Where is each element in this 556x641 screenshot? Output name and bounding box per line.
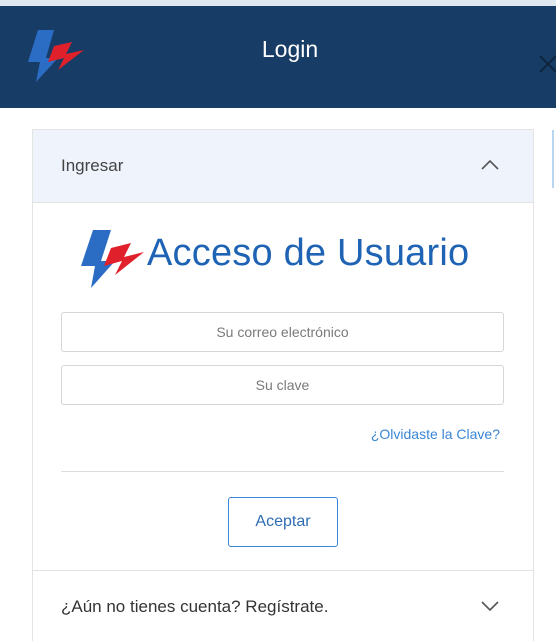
login-heading: Acceso de Usuario [147, 232, 470, 274]
forgot-password-link[interactable]: ¿Olvidaste la Clave? [325, 426, 500, 442]
login-panel: Ingresar Acceso de Usuario ¿Olvidaste la… [32, 129, 534, 641]
submit-button[interactable]: Aceptar [228, 497, 338, 547]
close-button[interactable] [534, 50, 556, 78]
chevron-down-icon [481, 601, 499, 612]
divider [61, 471, 504, 472]
brand-logo-icon [81, 230, 144, 288]
login-brand: Acceso de Usuario [77, 224, 497, 294]
email-field[interactable] [61, 312, 504, 352]
register-section-label: ¿Aún no tienes cuenta? Regístrate. [61, 597, 329, 616]
chevron-up-icon [481, 159, 499, 170]
login-dialog: Login Ingresar Acceso de Usuario ¿Olvida… [0, 0, 556, 641]
dialog-title: Login [261, 36, 319, 62]
login-section-toggle[interactable]: Ingresar [33, 130, 533, 203]
login-section-label: Ingresar [61, 156, 124, 175]
password-field[interactable] [61, 365, 504, 405]
register-section-toggle[interactable]: ¿Aún no tienes cuenta? Regístrate. [33, 570, 533, 641]
side-edge [552, 130, 554, 188]
close-icon [539, 55, 556, 73]
dialog-header: Login [0, 6, 556, 108]
